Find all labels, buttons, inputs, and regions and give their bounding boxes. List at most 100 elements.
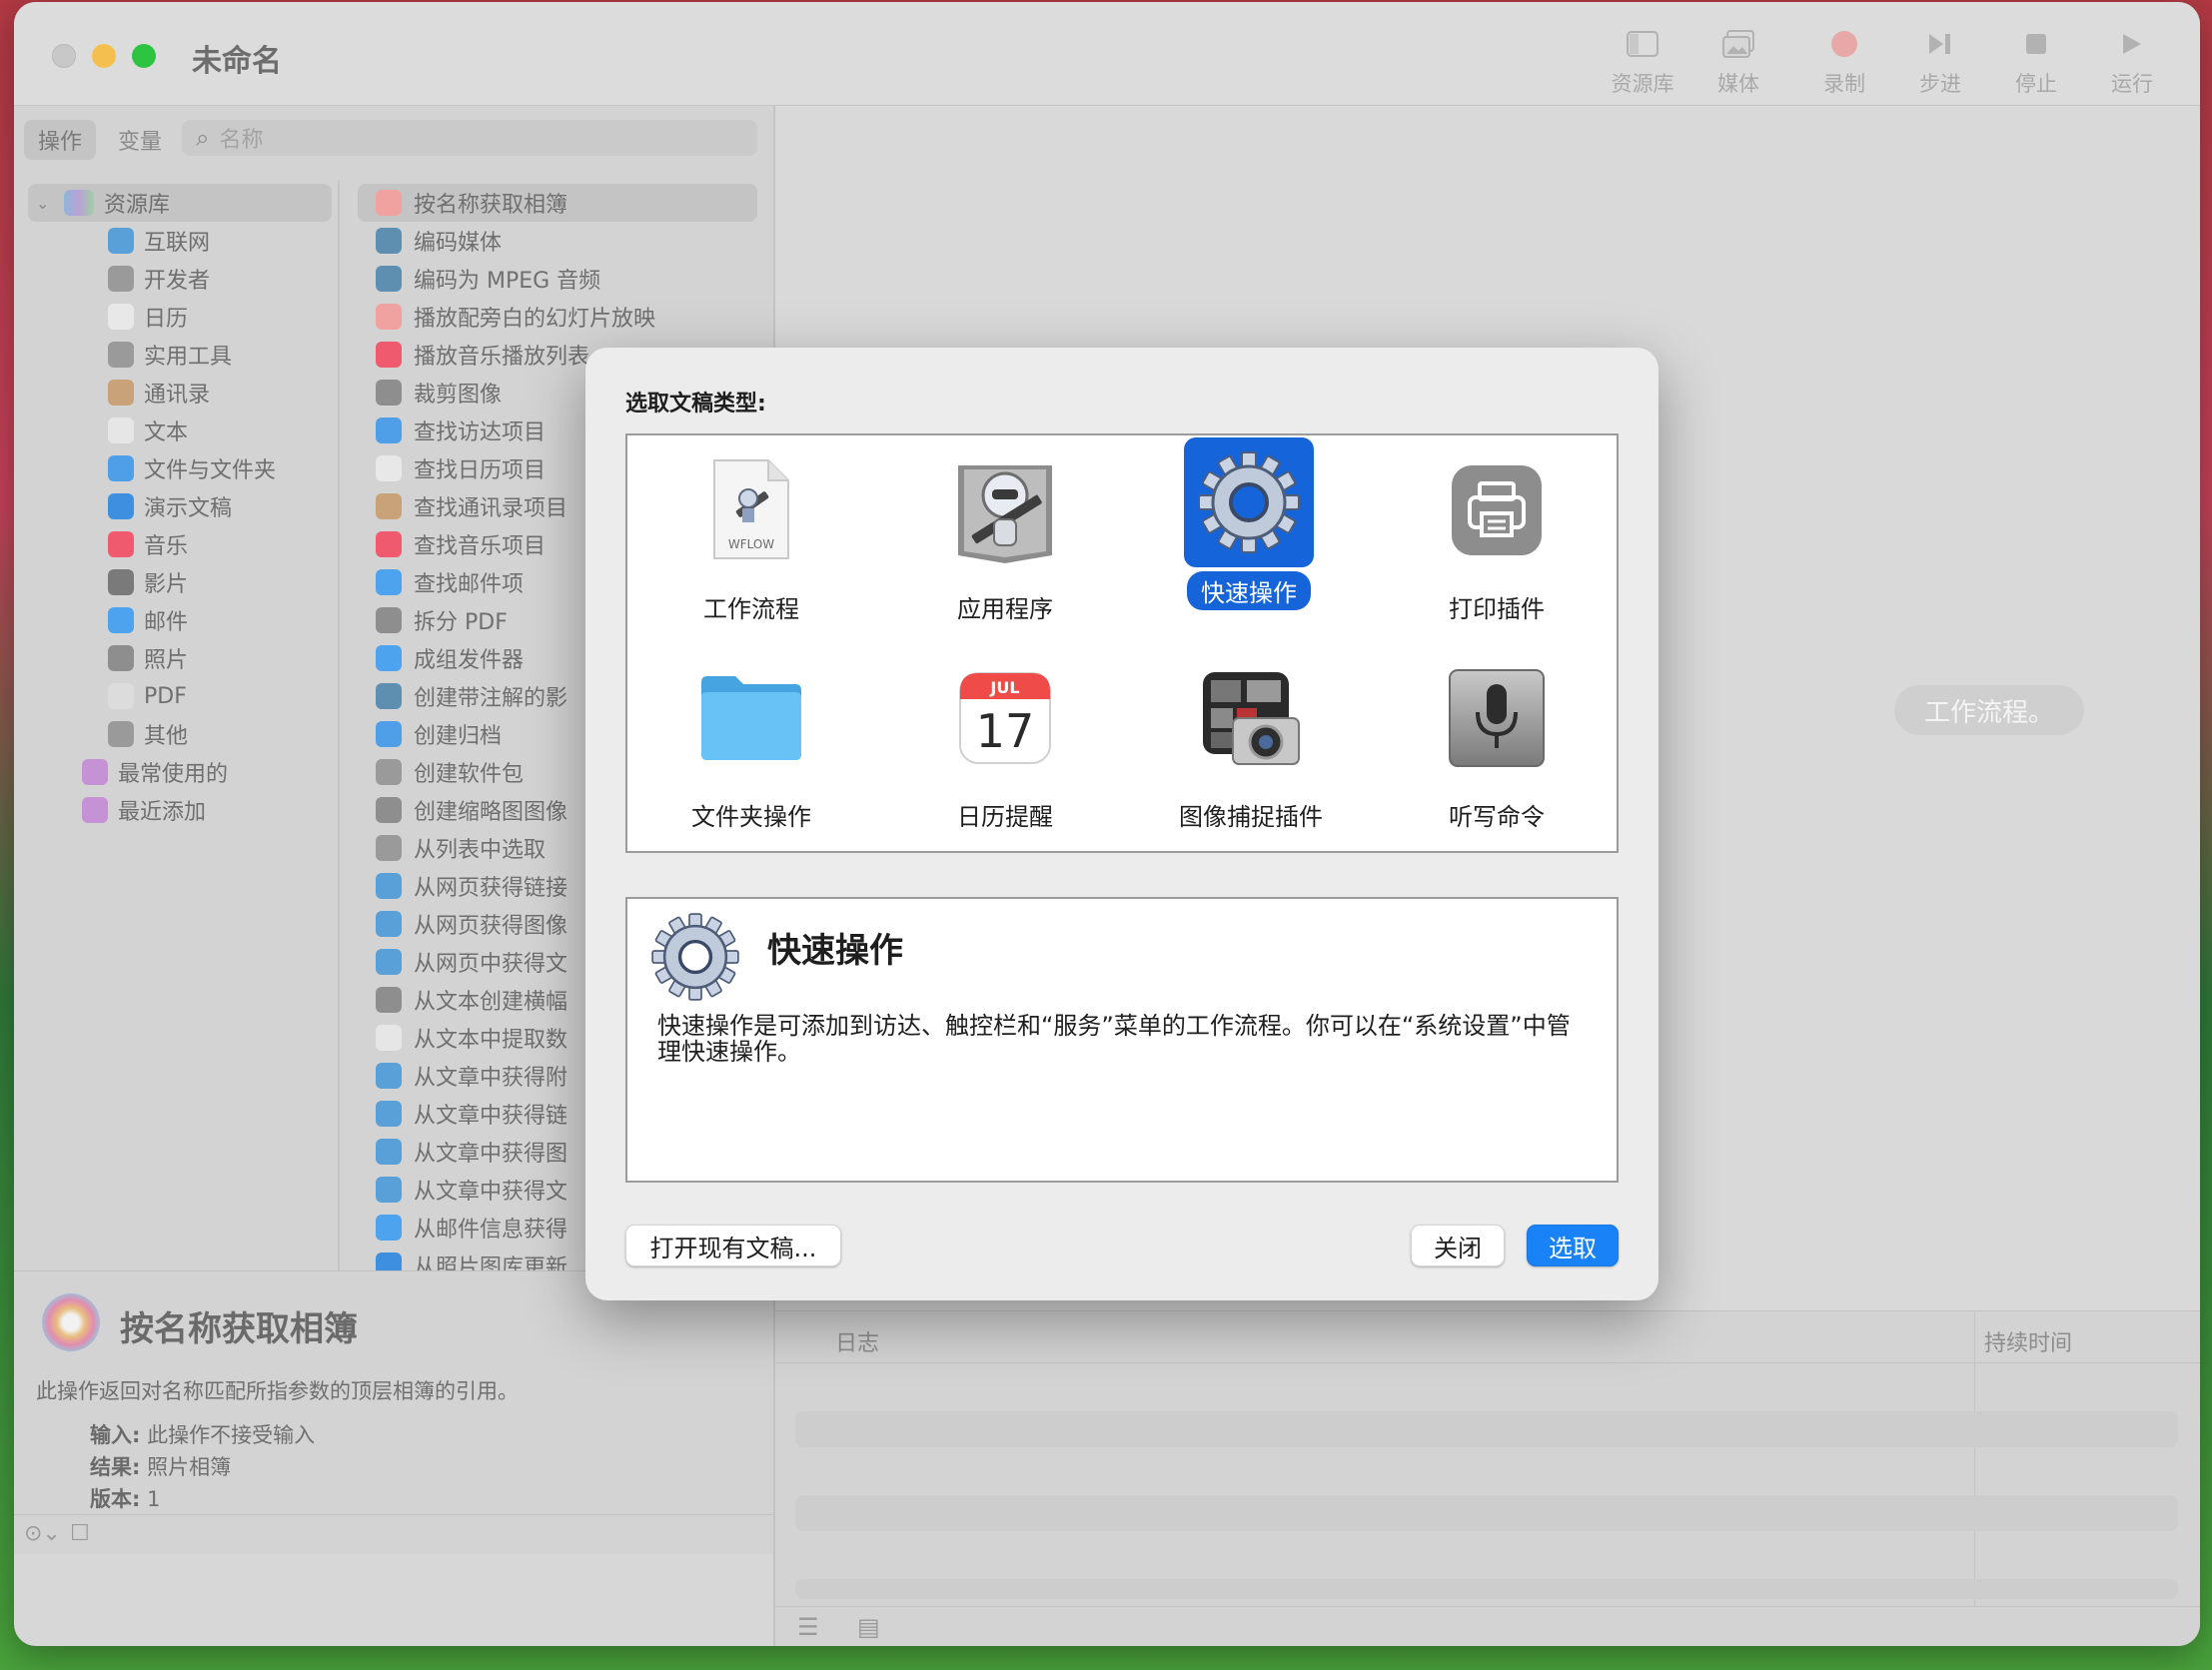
type-image-capture-plugin[interactable]: 图像捕捉插件 (1151, 653, 1351, 834)
duration-column-header[interactable]: 持续时间 (1984, 1325, 2072, 1357)
library-item[interactable]: 照片 (28, 639, 332, 677)
collapse-description-icon[interactable]: ☐ (70, 1521, 90, 1546)
library-item[interactable]: PDF (28, 677, 332, 715)
action-item[interactable]: 编码媒体 (358, 222, 757, 260)
library-item[interactable]: 演示文稿 (28, 487, 332, 525)
more-options-icon[interactable]: ⊙⌄ (24, 1521, 61, 1546)
action-item-label: 查找邮件项 (414, 572, 525, 597)
calendar-month: JUL (989, 678, 1019, 697)
library-item-label: 开发者 (144, 269, 211, 294)
finder-icon (376, 721, 402, 747)
globe-icon (108, 228, 134, 254)
smart-group-item[interactable]: 最常使用的 (28, 753, 332, 791)
finder-icon (376, 418, 402, 443)
step-toolbar-button[interactable]: 步进 (1892, 24, 1988, 98)
preview-icon (376, 797, 402, 823)
type-label: 应用程序 (957, 595, 1053, 623)
library-root[interactable]: ⌄ 资源库 (28, 184, 332, 222)
photos-icon (376, 190, 402, 216)
library-item[interactable]: 其他 (28, 715, 332, 753)
tab-actions[interactable]: 操作 (24, 120, 97, 160)
action-item-label: 查找通讯录项目 (414, 496, 568, 521)
action-item[interactable]: 播放配旁白的幻灯片放映 (358, 298, 757, 336)
library-item[interactable]: 影片 (28, 563, 332, 601)
open-existing-document-button[interactable]: 打开现有文稿... (625, 1225, 841, 1266)
column-divider[interactable] (338, 180, 340, 1374)
minimize-window-button[interactable] (92, 44, 116, 68)
safari-icon (376, 873, 402, 899)
action-item-label: 从网页中获得文 (414, 952, 568, 977)
automator-window: 未命名 资源库 媒体 录制 步进 停止 运行 操作 变量 ⌕ 名称 ⌄ 资源库 … (14, 2, 2200, 1646)
record-toolbar-button[interactable]: 录制 (1796, 24, 1892, 98)
library-item[interactable]: 开发者 (28, 260, 332, 298)
safari-icon (376, 1101, 402, 1127)
zoom-window-button[interactable] (132, 44, 156, 68)
library-toolbar-button[interactable]: 资源库 (1595, 24, 1690, 98)
wflow-text: WFLOW (728, 537, 774, 551)
sidebar-icon (1595, 24, 1690, 64)
log-row (795, 1411, 2178, 1447)
action-item-label: 成组发件器 (414, 648, 525, 673)
log-row (795, 1495, 2178, 1531)
quicktime-icon (376, 266, 402, 292)
media-toolbar-button[interactable]: 媒体 (1690, 24, 1786, 98)
text-icon (108, 418, 134, 443)
library-item-label: 照片 (144, 648, 189, 673)
smart-folder-icon (82, 797, 108, 823)
run-toolbar-button[interactable]: 运行 (2084, 24, 2180, 98)
close-window-button[interactable] (52, 44, 76, 68)
type-folder-action[interactable]: 文件夹操作 (651, 653, 851, 834)
action-item-label: 编码媒体 (414, 231, 503, 256)
library-item[interactable]: 文件与文件夹 (28, 449, 332, 487)
info-text: 快速操作是可添加到访达、触控栏和“服务”菜单的工作流程。你可以在“系统设置”中管… (657, 1012, 1571, 1066)
choose-document-type-dialog: 选取文稿类型: WFLOW 工作流程 应用程序 快速操作 打印插件 文件夹操作 … (585, 348, 1659, 1300)
library-item[interactable]: 日历 (28, 298, 332, 336)
log-column-header[interactable]: 日志 (835, 1325, 879, 1357)
type-application[interactable]: 应用程序 (905, 445, 1105, 626)
library-item-label: 通讯录 (144, 383, 211, 408)
preview-icon (376, 987, 402, 1013)
text-icon (376, 1025, 402, 1051)
type-label: 日历提醒 (957, 803, 1053, 831)
action-item-label: 从文本中提取数 (414, 1028, 568, 1053)
smart-folder-icon (82, 759, 108, 785)
library-item[interactable]: 音乐 (28, 525, 332, 563)
smart-group-label: 最常使用的 (118, 762, 229, 787)
type-dictation-command[interactable]: 听写命令 (1397, 653, 1597, 834)
music-icon (108, 531, 134, 557)
movie-icon (108, 569, 134, 595)
stop-toolbar-button[interactable]: 停止 (1988, 24, 2084, 98)
choose-button[interactable]: 选取 (1527, 1225, 1619, 1266)
close-button[interactable]: 关闭 (1411, 1225, 1505, 1266)
version-label: 版本: (90, 1487, 141, 1511)
action-item-label: 创建缩略图图像 (414, 800, 568, 825)
workflow-view-icon[interactable]: ▤ (857, 1613, 880, 1641)
type-print-plugin[interactable]: 打印插件 (1397, 445, 1597, 626)
library-item-label: 实用工具 (144, 345, 233, 370)
library-item-label: 其他 (144, 724, 189, 749)
type-workflow[interactable]: WFLOW 工作流程 (651, 445, 851, 626)
library-item[interactable]: 文本 (28, 412, 332, 449)
library-item[interactable]: 互联网 (28, 222, 332, 260)
smart-group-item[interactable]: 最近添加 (28, 791, 332, 829)
library-item-label: 文本 (144, 420, 189, 445)
tab-variables[interactable]: 变量 (104, 120, 176, 160)
photos-icon (376, 304, 402, 330)
action-item-label: 从文章中获得文 (414, 1180, 568, 1205)
type-calendar-alarm[interactable]: JUL 17 日历提醒 (905, 653, 1105, 834)
type-quick-action[interactable]: 快速操作 (1149, 437, 1349, 610)
input-value: 此操作不接受输入 (147, 1423, 316, 1447)
action-item[interactable]: 按名称获取相簿 (358, 184, 757, 222)
action-item[interactable]: 编码为 MPEG 音频 (358, 260, 757, 298)
type-label: 图像捕捉插件 (1179, 803, 1323, 831)
chevron-down-icon[interactable]: ⌄ (36, 194, 54, 213)
action-item-label: 查找访达项目 (414, 420, 547, 445)
library-item[interactable]: 通讯录 (28, 374, 332, 412)
type-label: 打印插件 (1449, 595, 1545, 623)
search-input[interactable]: ⌕ 名称 (182, 120, 757, 156)
library-item[interactable]: 邮件 (28, 601, 332, 639)
list-view-icon[interactable]: ☰ (797, 1613, 819, 1641)
calendar-day: 17 (976, 704, 1035, 758)
preview-icon (376, 607, 402, 633)
library-item[interactable]: 实用工具 (28, 336, 332, 374)
